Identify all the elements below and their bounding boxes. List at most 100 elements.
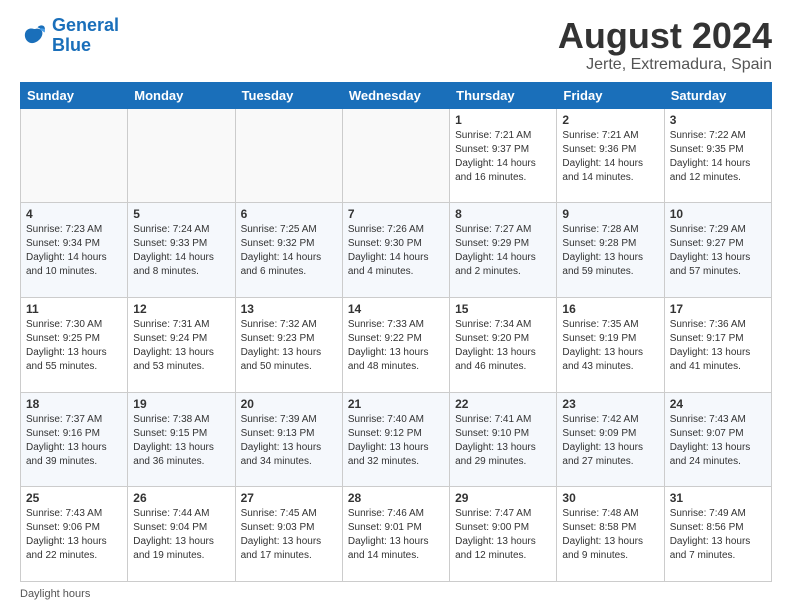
week-row-2: 4 Sunrise: 7:23 AM Sunset: 9:34 PM Daylig… [21,203,772,298]
day-info: Sunrise: 7:42 AM Sunset: 9:09 PM Dayligh… [562,413,658,469]
day-number: 23 [562,397,658,411]
day-number: 9 [562,207,658,221]
day-info: Sunrise: 7:27 AM Sunset: 9:29 PM Dayligh… [455,223,551,279]
day-info: Sunrise: 7:49 AM Sunset: 8:56 PM Dayligh… [670,507,766,563]
day-info: Sunrise: 7:46 AM Sunset: 9:01 PM Dayligh… [348,507,444,563]
day-info: Sunrise: 7:22 AM Sunset: 9:35 PM Dayligh… [670,129,766,185]
table-cell: 18Sunrise: 7:37 AM Sunset: 9:16 PM Dayli… [21,392,128,487]
day-info: Sunrise: 7:21 AM Sunset: 9:36 PM Dayligh… [562,129,658,185]
day-number: 2 [562,113,658,127]
table-cell: 20 Sunrise: 7:39 AM Sunset: 9:13 PM Dayli… [235,392,342,487]
day-number: 10 [670,207,766,221]
day-number: 7 [348,207,444,221]
day-number: 3 [670,113,766,127]
day-number: 24 [670,397,766,411]
table-cell: 17 Sunrise: 7:36 AM Sunset: 9:17 PM Dayli… [664,297,771,392]
day-info: Sunrise: 7:41 AM Sunset: 9:10 PM Dayligh… [455,413,551,469]
col-tuesday: Tuesday [235,82,342,108]
week-row-4: 18Sunrise: 7:37 AM Sunset: 9:16 PM Dayli… [21,392,772,487]
day-info: Sunrise: 7:29 AM Sunset: 9:27 PM Dayligh… [670,223,766,279]
day-number: 16 [562,302,658,316]
table-cell [235,108,342,203]
day-number: 6 [241,207,337,221]
day-number: 20 [241,397,337,411]
page: General Blue August 2024 Jerte, Extremad… [0,0,792,612]
day-info: Sunrise: 7:40 AM Sunset: 9:12 PM Dayligh… [348,413,444,469]
day-number: 17 [670,302,766,316]
table-cell: 5Sunrise: 7:24 AM Sunset: 9:33 PM Daylig… [128,203,235,298]
table-cell: 29 Sunrise: 7:47 AM Sunset: 9:00 PM Dayli… [450,487,557,582]
logo-icon [20,22,48,50]
table-cell: 11Sunrise: 7:30 AM Sunset: 9:25 PM Dayli… [21,297,128,392]
footer: Daylight hours [20,588,772,600]
col-monday: Monday [128,82,235,108]
footer-text: Daylight hours [20,588,90,600]
day-number: 27 [241,491,337,505]
table-cell: 23 Sunrise: 7:42 AM Sunset: 9:09 PM Dayli… [557,392,664,487]
day-number: 1 [455,113,551,127]
table-cell: 27Sunrise: 7:45 AM Sunset: 9:03 PM Dayli… [235,487,342,582]
table-cell: 15 Sunrise: 7:34 AM Sunset: 9:20 PM Dayli… [450,297,557,392]
day-info: Sunrise: 7:23 AM Sunset: 9:34 PM Dayligh… [26,223,122,279]
day-number: 13 [241,302,337,316]
day-info: Sunrise: 7:43 AM Sunset: 9:07 PM Dayligh… [670,413,766,469]
day-info: Sunrise: 7:34 AM Sunset: 9:20 PM Dayligh… [455,318,551,374]
table-cell: 26Sunrise: 7:44 AM Sunset: 9:04 PM Dayli… [128,487,235,582]
logo: General Blue [20,16,119,56]
table-cell: 30 Sunrise: 7:48 AM Sunset: 8:58 PM Dayli… [557,487,664,582]
table-cell: 6 Sunrise: 7:25 AM Sunset: 9:32 PM Daylig… [235,203,342,298]
day-info: Sunrise: 7:26 AM Sunset: 9:30 PM Dayligh… [348,223,444,279]
day-number: 12 [133,302,229,316]
day-info: Sunrise: 7:37 AM Sunset: 9:16 PM Dayligh… [26,413,122,469]
table-cell: 13 Sunrise: 7:32 AM Sunset: 9:23 PM Dayli… [235,297,342,392]
col-saturday: Saturday [664,82,771,108]
day-number: 30 [562,491,658,505]
calendar-table: Sunday Monday Tuesday Wednesday Thursday… [20,82,772,582]
day-number: 8 [455,207,551,221]
table-cell: 8 Sunrise: 7:27 AM Sunset: 9:29 PM Daylig… [450,203,557,298]
day-info: Sunrise: 7:25 AM Sunset: 9:32 PM Dayligh… [241,223,337,279]
table-cell: 9 Sunrise: 7:28 AM Sunset: 9:28 PM Daylig… [557,203,664,298]
table-cell: 22 Sunrise: 7:41 AM Sunset: 9:10 PM Dayli… [450,392,557,487]
day-info: Sunrise: 7:32 AM Sunset: 9:23 PM Dayligh… [241,318,337,374]
day-number: 29 [455,491,551,505]
col-thursday: Thursday [450,82,557,108]
header-row: Sunday Monday Tuesday Wednesday Thursday… [21,82,772,108]
day-info: Sunrise: 7:21 AM Sunset: 9:37 PM Dayligh… [455,129,551,185]
day-number: 22 [455,397,551,411]
day-info: Sunrise: 7:36 AM Sunset: 9:17 PM Dayligh… [670,318,766,374]
day-number: 21 [348,397,444,411]
day-number: 5 [133,207,229,221]
table-cell: 21 Sunrise: 7:40 AM Sunset: 9:12 PM Dayli… [342,392,449,487]
table-cell: 14Sunrise: 7:33 AM Sunset: 9:22 PM Dayli… [342,297,449,392]
table-cell: 2 Sunrise: 7:21 AM Sunset: 9:36 PM Daylig… [557,108,664,203]
col-sunday: Sunday [21,82,128,108]
day-number: 25 [26,491,122,505]
day-info: Sunrise: 7:38 AM Sunset: 9:15 PM Dayligh… [133,413,229,469]
day-info: Sunrise: 7:28 AM Sunset: 9:28 PM Dayligh… [562,223,658,279]
week-row-1: 1 Sunrise: 7:21 AM Sunset: 9:37 PM Daylig… [21,108,772,203]
day-info: Sunrise: 7:48 AM Sunset: 8:58 PM Dayligh… [562,507,658,563]
day-info: Sunrise: 7:47 AM Sunset: 9:00 PM Dayligh… [455,507,551,563]
calendar-subtitle: Jerte, Extremadura, Spain [558,56,772,74]
table-cell: 3 Sunrise: 7:22 AM Sunset: 9:35 PM Daylig… [664,108,771,203]
day-info: Sunrise: 7:39 AM Sunset: 9:13 PM Dayligh… [241,413,337,469]
header: General Blue August 2024 Jerte, Extremad… [20,16,772,74]
day-number: 31 [670,491,766,505]
day-info: Sunrise: 7:31 AM Sunset: 9:24 PM Dayligh… [133,318,229,374]
calendar-title: August 2024 [558,16,772,56]
table-cell [128,108,235,203]
day-number: 4 [26,207,122,221]
day-number: 15 [455,302,551,316]
day-number: 28 [348,491,444,505]
day-number: 19 [133,397,229,411]
day-number: 11 [26,302,122,316]
day-info: Sunrise: 7:33 AM Sunset: 9:22 PM Dayligh… [348,318,444,374]
day-info: Sunrise: 7:35 AM Sunset: 9:19 PM Dayligh… [562,318,658,374]
table-cell [342,108,449,203]
table-cell: 10 Sunrise: 7:29 AM Sunset: 9:27 PM Dayli… [664,203,771,298]
week-row-3: 11Sunrise: 7:30 AM Sunset: 9:25 PM Dayli… [21,297,772,392]
table-cell: 24 Sunrise: 7:43 AM Sunset: 9:07 PM Dayli… [664,392,771,487]
logo-text: General Blue [52,16,119,56]
table-cell: 4 Sunrise: 7:23 AM Sunset: 9:34 PM Daylig… [21,203,128,298]
